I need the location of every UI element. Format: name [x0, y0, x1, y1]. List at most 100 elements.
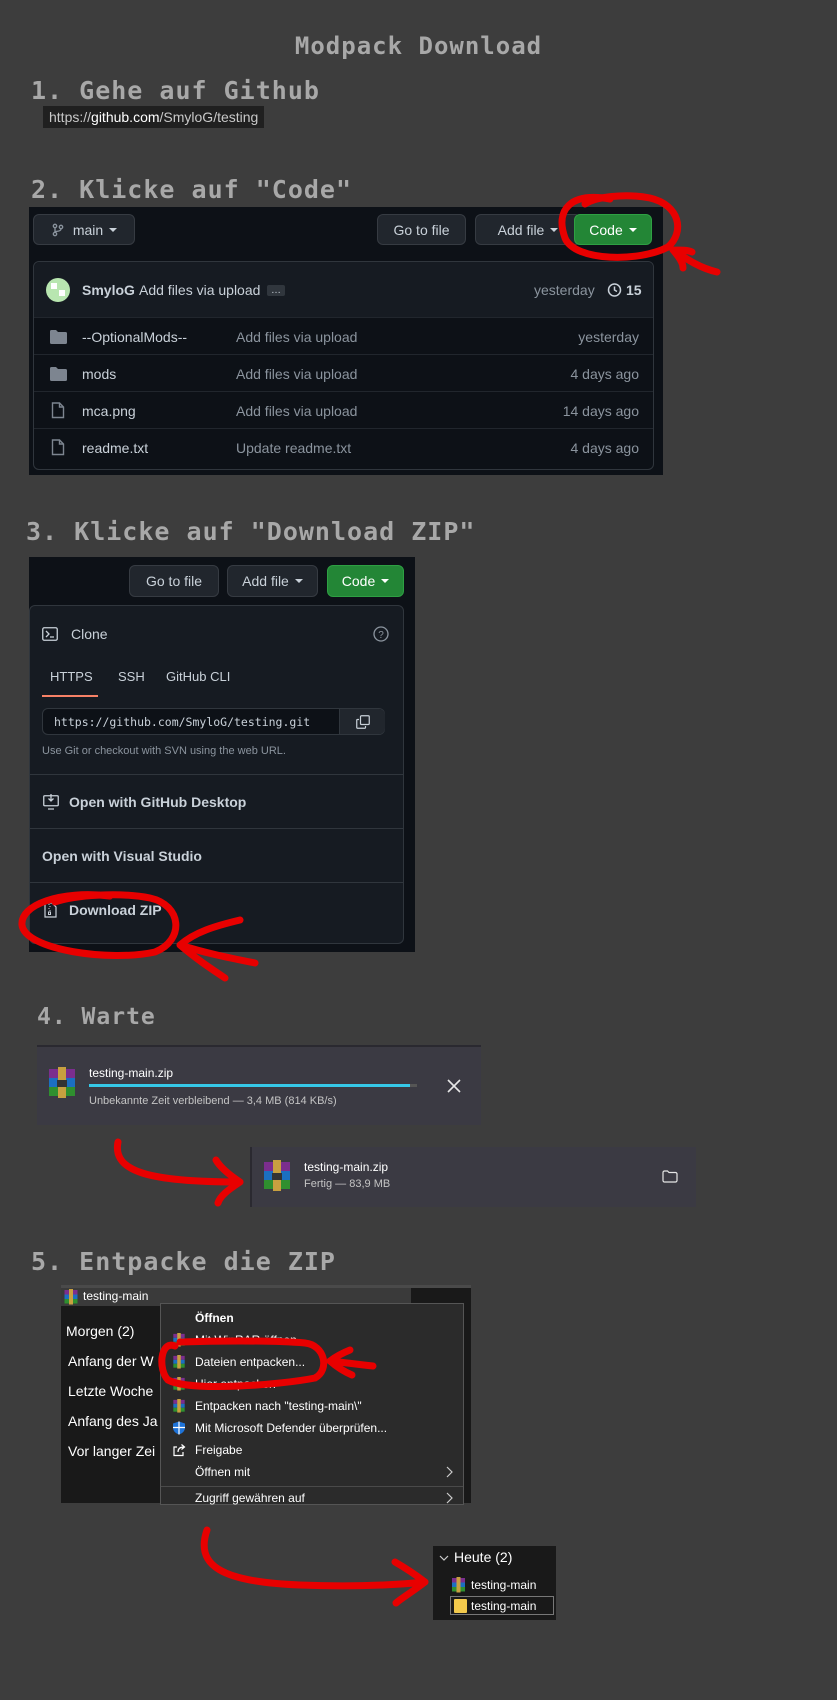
menu-item-label: Dateien entpacken...	[195, 1355, 306, 1369]
folder-icon[interactable]	[662, 1170, 678, 1183]
menu-separator	[161, 1486, 463, 1487]
chevron-down-icon	[109, 227, 118, 232]
branch-icon	[52, 223, 64, 236]
commit-expand-button[interactable]: …	[267, 285, 285, 296]
menu-item-open-winrar[interactable]: Mit WinRAR öffnen	[161, 1329, 463, 1351]
download-progress-track	[89, 1084, 417, 1087]
explorer-result: Heute (2) testing-main testing-main	[433, 1546, 556, 1620]
chevron-down-icon[interactable]	[439, 1555, 449, 1562]
tab-https[interactable]: HTTPS	[50, 669, 93, 684]
commit-count[interactable]: 15	[626, 282, 642, 298]
file-row[interactable]: readme.txt Update readme.txt 4 days ago	[34, 428, 653, 466]
archive-file-row[interactable]: testing-main	[450, 1575, 556, 1595]
file-name: testing-main	[471, 1599, 537, 1613]
branch-label: main	[72, 221, 104, 238]
file-name[interactable]: mca.png	[82, 403, 136, 419]
winrar-icon	[173, 1399, 185, 1413]
commit-author[interactable]: SmyloG	[82, 282, 135, 298]
file-commit-message[interactable]: Update readme.txt	[236, 440, 351, 456]
close-icon[interactable]	[447, 1079, 461, 1093]
menu-item-extract-to-folder[interactable]: Entpacken nach "testing-main\"	[161, 1395, 463, 1417]
explorer-screenshot: testing-main Morgen (2) Anfang der W Let…	[61, 1285, 471, 1506]
file-icon	[51, 439, 65, 456]
winrar-icon	[264, 1160, 290, 1191]
code-button[interactable]: Code	[574, 214, 652, 245]
share-icon	[173, 1444, 186, 1457]
group-header[interactable]: Letzte Woche	[68, 1383, 153, 1399]
clone-dropdown: Clone ? HTTPS SSH GitHub CLI Use Git or …	[29, 605, 404, 944]
group-header[interactable]: Morgen (2)	[66, 1323, 134, 1339]
file-name: testing-main	[83, 1289, 149, 1303]
help-icon[interactable]: ?	[373, 626, 389, 642]
svg-text:?: ?	[378, 630, 384, 641]
group-header[interactable]: Vor langer Zei	[68, 1443, 155, 1459]
step-1-heading: 1. Gehe auf Github	[31, 76, 320, 105]
file-name: testing-main	[471, 1578, 537, 1592]
open-github-desktop-item[interactable]: Open with GitHub Desktop	[30, 774, 403, 829]
download-in-progress[interactable]: testing-main.zip Unbekannte Zeit verblei…	[37, 1045, 481, 1125]
desktop-download-icon	[43, 794, 59, 810]
clone-title: Clone	[71, 626, 108, 642]
tab-ssh[interactable]: SSH	[118, 669, 145, 684]
file-time: yesterday	[578, 328, 639, 345]
go-to-file-button[interactable]: Go to file	[377, 214, 466, 245]
menu-item-defender-scan[interactable]: Mit Microsoft Defender überprüfen...	[161, 1417, 463, 1439]
folder-icon	[454, 1599, 467, 1613]
file-commit-message[interactable]: Add files via upload	[236, 403, 357, 419]
menu-item-label: Öffnen mit	[195, 1465, 251, 1479]
add-file-button[interactable]: Add file	[475, 214, 581, 245]
menu-item-label: Öffnen	[195, 1311, 234, 1325]
chevron-down-icon	[628, 227, 637, 232]
file-row[interactable]: mods Add files via upload 4 days ago	[34, 354, 653, 392]
file-name[interactable]: readme.txt	[82, 440, 148, 456]
file-commit-message[interactable]: Add files via upload	[236, 366, 357, 382]
code-label: Code	[341, 573, 376, 589]
download-status: Unbekannte Zeit verbleibend — 3,4 MB (81…	[89, 1095, 337, 1107]
code-button[interactable]: Code	[327, 565, 404, 597]
folder-row[interactable]: testing-main	[450, 1596, 554, 1615]
go-to-file-button[interactable]: Go to file	[129, 565, 219, 597]
file-list-panel: SmyloG Add files via upload … yesterday …	[33, 261, 654, 470]
group-header[interactable]: Anfang der W	[68, 1353, 154, 1369]
download-zip-item[interactable]: Download ZIP	[30, 882, 403, 937]
menu-item-label: Zugriff gewähren auf	[195, 1490, 305, 1505]
winrar-icon	[173, 1377, 185, 1391]
menu-item-extract-here[interactable]: Hier entpacken	[161, 1373, 463, 1395]
chevron-right-icon	[446, 1492, 453, 1503]
branch-select[interactable]: main	[33, 214, 135, 245]
menu-item-label: Mit WinRAR öffnen	[195, 1333, 297, 1347]
group-header[interactable]: Heute (2)	[454, 1549, 512, 1565]
add-file-button[interactable]: Add file	[227, 565, 318, 597]
file-row[interactable]: --OptionalMods-- Add files via upload ye…	[34, 317, 653, 355]
file-name[interactable]: --OptionalMods--	[82, 329, 187, 345]
repo-url[interactable]: https://github.com/SmyloG/testing	[43, 106, 265, 128]
menu-item-open[interactable]: Öffnen	[161, 1307, 463, 1329]
url-prefix: https://	[49, 109, 92, 125]
github-clone-screenshot: Go to file Add file Code Clone ? HTTPS S…	[29, 557, 415, 952]
file-name[interactable]: mods	[82, 366, 116, 382]
file-time: 14 days ago	[562, 402, 639, 419]
winrar-icon	[64, 1289, 78, 1305]
file-zip-icon	[44, 902, 57, 918]
terminal-icon	[42, 627, 58, 641]
menu-item-share[interactable]: Freigabe	[161, 1439, 463, 1461]
menu-item-open-with[interactable]: Öffnen mit	[161, 1461, 463, 1483]
clone-url-group	[42, 708, 385, 735]
tab-github-cli[interactable]: GitHub CLI	[166, 669, 230, 684]
copy-icon	[355, 714, 370, 729]
code-label: Code	[589, 221, 623, 238]
clone-url-input[interactable]	[43, 709, 339, 734]
arrow-result	[200, 1526, 429, 1607]
commit-message[interactable]: Add files via upload	[139, 282, 260, 298]
add-file-label: Add file	[497, 221, 545, 238]
copy-url-button[interactable]	[339, 709, 385, 734]
file-commit-message[interactable]: Add files via upload	[236, 329, 357, 345]
file-row[interactable]: mca.png Add files via upload 14 days ago	[34, 391, 653, 429]
menu-item-give-access[interactable]: Zugriff gewähren auf	[161, 1489, 463, 1506]
group-header[interactable]: Anfang des Ja	[68, 1413, 158, 1429]
url-path: /SmyloG/testing	[159, 109, 259, 125]
open-visual-studio-item[interactable]: Open with Visual Studio	[30, 828, 403, 883]
folder-icon	[50, 366, 67, 381]
menu-item-extract-files[interactable]: Dateien entpacken...	[161, 1351, 463, 1373]
download-finished[interactable]: testing-main.zip Fertig — 83,9 MB	[250, 1147, 696, 1207]
